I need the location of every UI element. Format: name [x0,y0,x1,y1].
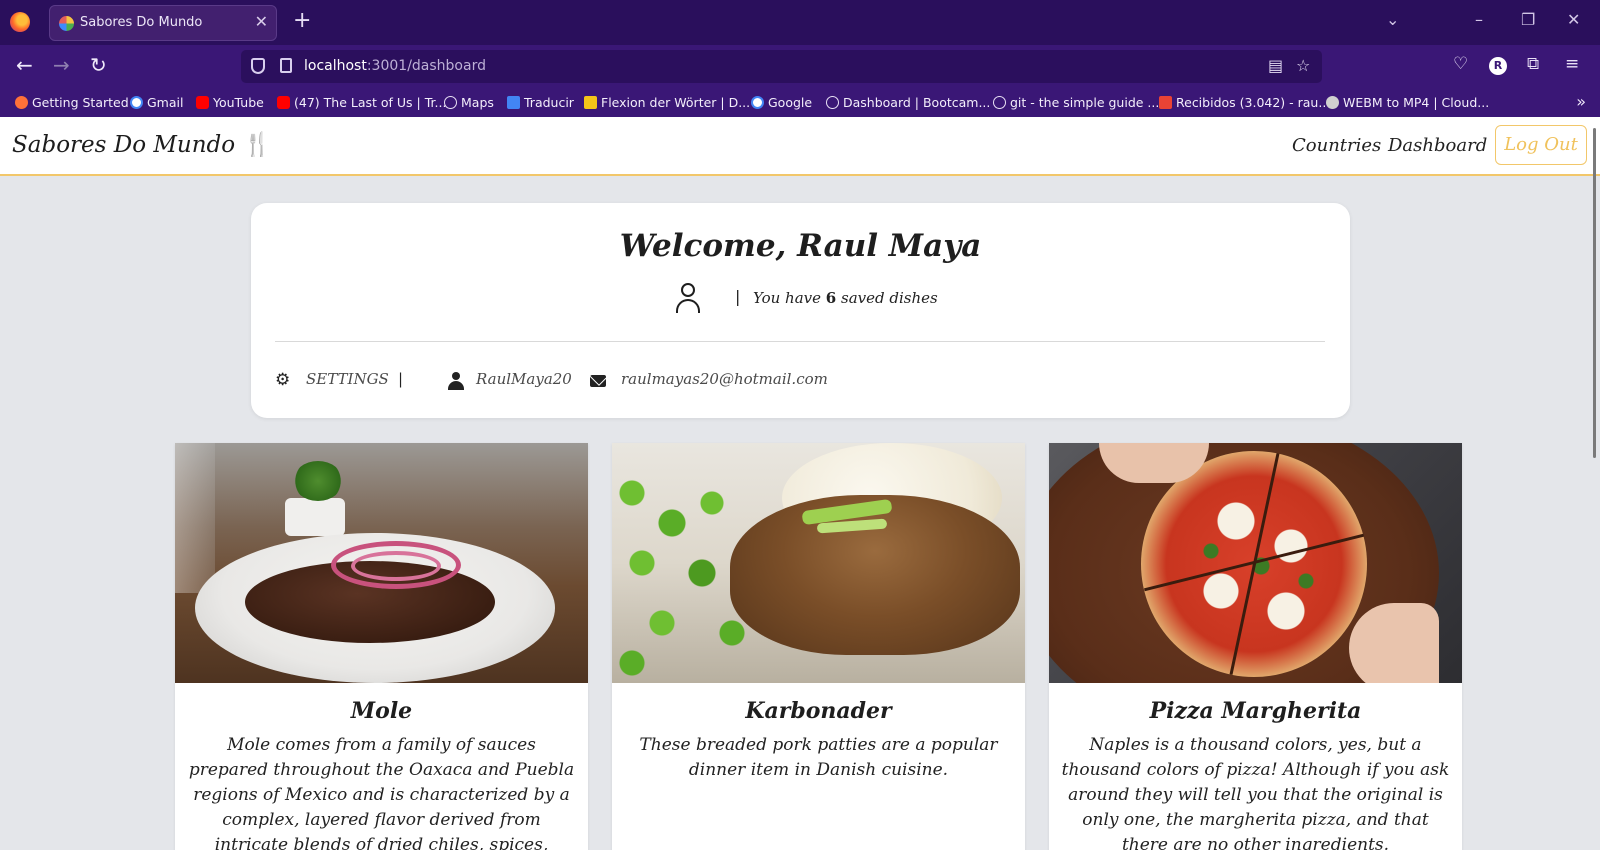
username-text: RaulMaya20 [476,370,572,388]
settings-link[interactable]: SETTINGS [306,370,389,388]
saved-count: 6 [825,289,837,307]
bookmark-item[interactable]: Recibidos (3.042) - rau... [1159,95,1330,110]
bookmark-item[interactable]: WEBM to MP4 | Cloud... [1326,95,1489,110]
minimize-window-icon[interactable]: – [1475,10,1483,29]
back-arrow-icon[interactable]: ← [16,54,33,76]
flag-icon [584,96,597,109]
firefox-bookmark-icon [15,96,28,109]
dish-description: Naples is a thousand colors, yes, but a … [1061,735,1450,850]
nav-countries-link[interactable]: Countries [1292,135,1381,156]
bookmark-item[interactable]: Google [751,95,812,110]
card-divider [275,341,1325,342]
translate-icon [507,96,520,109]
bookmark-item[interactable]: YouTube [196,95,264,110]
more-bookmarks-chevron-icon[interactable]: » [1576,92,1586,111]
bookmark-item[interactable]: git - the simple guide ... [993,95,1159,110]
youtube-icon [196,96,209,109]
dish-title: Mole [350,698,413,724]
page-scrollbar[interactable] [1593,128,1596,458]
brand-logo[interactable]: Sabores Do Mundo 🍴 [12,131,272,158]
person-icon [448,372,464,390]
dish-card-mole[interactable]: Mole Mole comes from a family of sauces … [175,443,588,850]
bookmark-item[interactable]: Dashboard | Bootcam... [826,95,990,110]
youtube-icon [277,96,290,109]
welcome-card: Welcome, Raul Maya | You have 6 saved di… [251,203,1350,418]
new-tab-button[interactable]: + [293,9,311,33]
account-info-row: ⚙ SETTINGS | RaulMaya20 raulmayas20@hotm… [275,370,1325,394]
nav-dashboard-link[interactable]: Dashboard [1388,135,1487,156]
user-outline-icon [675,283,701,313]
dish-image-pizza-margherita [1049,443,1462,683]
bookmark-item[interactable]: Gmail [130,95,183,110]
pocket-icon[interactable]: ♡ [1453,54,1468,74]
welcome-title: Welcome, Raul Maya [619,228,982,264]
user-summary: | You have 6 saved dishes [251,283,1350,315]
globe-icon [826,96,839,109]
close-window-icon[interactable]: ✕ [1567,10,1580,29]
gear-icon[interactable]: ⚙ [275,370,290,390]
browser-nav-bar: ← → ↻ localhost:3001/dashboard ▤ ☆ ♡ R ⧉… [0,45,1600,88]
google-icon [751,96,764,109]
bookmark-star-icon[interactable]: ☆ [1296,56,1310,75]
gmail-icon [1159,96,1172,109]
dish-title: Karbonader [745,698,892,724]
reader-view-icon[interactable]: ▤ [1268,56,1283,75]
menu-hamburger-icon[interactable]: ≡ [1565,54,1579,74]
logout-button[interactable]: Log Out [1495,125,1587,165]
globe-icon [993,96,1006,109]
bookmark-item[interactable]: Maps [444,95,494,110]
reload-icon[interactable]: ↻ [90,54,107,76]
dish-image-karbonader [612,443,1025,683]
google-icon [130,96,143,109]
forward-arrow-icon[interactable]: → [53,54,70,76]
url-text[interactable]: localhost:3001/dashboard [304,58,486,74]
bookmark-item[interactable]: Traducir [507,95,574,110]
firefox-icon[interactable] [10,12,30,32]
browser-tab-bar: Sabores Do Mundo ✕ + ⌄ – ❐ ✕ [0,0,1600,45]
bookmarks-bar: Getting Started Gmail YouTube (47) The L… [0,88,1600,117]
restore-window-icon[interactable]: ❐ [1521,10,1535,29]
tracking-shield-icon[interactable] [251,58,265,74]
app-header: Sabores Do Mundo 🍴 Countries Dashboard Lo… [0,117,1600,176]
url-host: localhost [304,58,367,74]
bookmark-item[interactable]: (47) The Last of Us | Tr... [277,95,446,110]
bookmark-item[interactable]: Flexion der Wörter | D... [584,95,750,110]
close-tab-icon[interactable]: ✕ [255,12,268,31]
dish-title: Pizza Margherita [1149,698,1362,724]
summary-separator: | [735,287,741,306]
page-info-icon[interactable] [280,58,292,73]
envelope-icon [590,375,606,387]
tab-title: Sabores Do Mundo [80,15,203,30]
dish-description: These breaded pork patties are a popular… [639,735,998,780]
url-path: :3001/dashboard [366,58,486,74]
globe-icon [444,96,457,109]
brand-name: Sabores Do Mundo [12,132,236,158]
email-text: raulmayas20@hotmail.com [621,370,828,388]
dish-card-pizza-margherita[interactable]: Pizza Margherita Naples is a thousand co… [1049,443,1462,850]
profile-avatar-icon[interactable]: R [1489,57,1507,75]
dish-description: Mole comes from a family of sauces prepa… [188,735,575,850]
address-bar[interactable]: localhost:3001/dashboard ▤ ☆ [241,50,1322,83]
saved-dishes-text: You have 6 saved dishes [753,289,938,307]
tab-favicon-icon [59,16,74,31]
tab-list-chevron-icon[interactable]: ⌄ [1386,10,1399,29]
cloud-icon [1326,96,1339,109]
browser-tab[interactable]: Sabores Do Mundo ✕ [49,5,277,41]
extensions-icon[interactable]: ⧉ [1527,54,1539,74]
fork-knife-icon: 🍴 [243,132,272,158]
bookmark-item[interactable]: Getting Started [15,95,129,110]
dish-image-mole [175,443,588,683]
info-separator: | [398,370,404,388]
dish-card-karbonader[interactable]: Karbonader These breaded pork patties ar… [612,443,1025,850]
